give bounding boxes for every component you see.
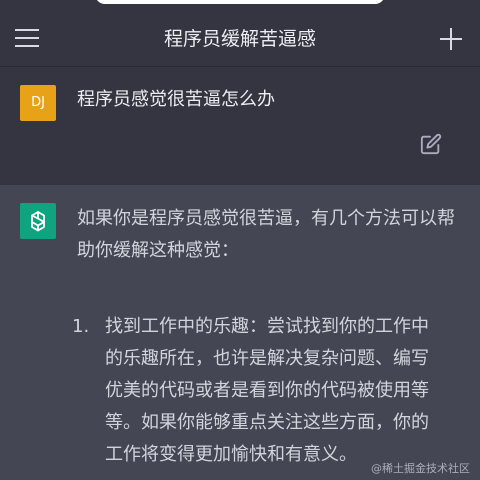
edit-icon[interactable] [420,133,442,155]
user-avatar: DJ [20,85,56,121]
chatgpt-logo-icon [20,203,56,239]
list-item-number: 1. [72,316,90,337]
assistant-answer: 如果你是程序员感觉很苦逼，有几个方法可以帮助你缓解这种感觉： 1. 找到工作中的… [72,203,457,465]
top-bar: 程序员缓解苦逼感 [0,0,480,67]
conversation-title: 程序员缓解苦逼感 [163,28,316,50]
menu-icon[interactable] [15,29,39,47]
assistant-message: 如果你是程序员感觉很苦逼，有几个方法可以帮助你缓解这种感觉： 1. 找到工作中的… [0,185,480,480]
user-message-text: 程序员感觉很苦逼怎么办 [77,89,275,110]
new-chat-icon[interactable] [440,28,462,50]
answer-intro: 如果你是程序员感觉很苦逼，有几个方法可以帮助你缓解这种感觉： [77,208,455,261]
user-message: DJ 程序员感觉很苦逼怎么办 [0,67,480,185]
browser-address-bar[interactable] [95,0,385,4]
watermark: @稀土掘金技术社区 [371,462,470,475]
chat-screen: 程序员缓解苦逼感 DJ 程序员感觉很苦逼怎么办 如果你是程序员感觉很苦逼，有几个… [0,0,480,480]
list-item-text: 找到工作中的乐趣：尝试找到你的工作中的乐趣所在，也许是解决复杂问题、编写优美的代… [105,316,429,465]
